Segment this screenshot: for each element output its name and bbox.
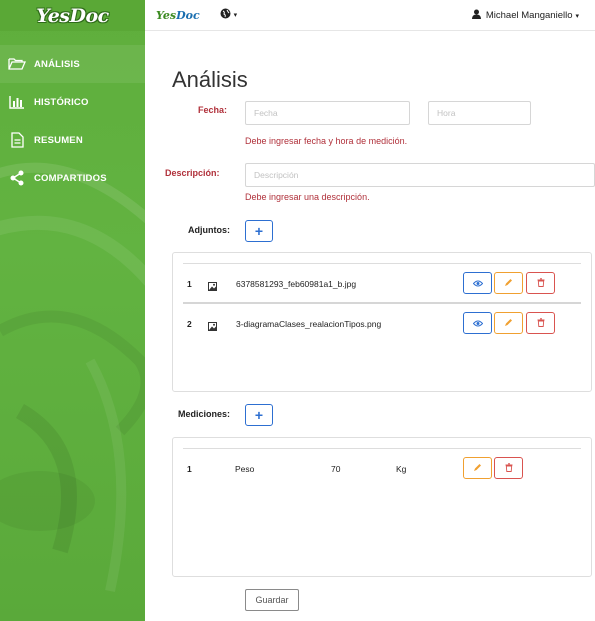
brand-yes-text: Yes — [156, 8, 177, 22]
sidebar-item-analisis[interactable]: ANÁLISIS — [0, 45, 145, 83]
save-button[interactable]: Guardar — [245, 589, 299, 611]
page-title: Análisis — [172, 67, 248, 92]
sidebar-item-compartidos[interactable]: COMPARTIDOS — [0, 159, 145, 197]
time-input[interactable] — [428, 101, 531, 125]
sidebar-item-historico[interactable]: HISTÓRICO — [0, 83, 145, 121]
attachment-filename[interactable]: 6378581293_feb60981a1_b.jpg — [236, 279, 356, 289]
fecha-label: Fecha: — [197, 105, 227, 115]
brand-doc-text: Doc — [176, 8, 200, 22]
measurements-panel: 1 Peso 70 Kg — [172, 437, 592, 577]
edit-measurement-button[interactable] — [463, 457, 492, 479]
pencil-icon — [473, 459, 482, 477]
measurement-name: Peso — [235, 464, 255, 474]
trash-icon — [505, 459, 513, 477]
table-row: 1 Peso 70 Kg — [183, 448, 581, 488]
pencil-icon — [504, 274, 513, 292]
globe-icon — [220, 8, 231, 22]
user-icon — [471, 9, 481, 22]
brand-link[interactable]: YesDoc — [156, 9, 200, 22]
edit-attachment-button[interactable] — [494, 272, 523, 294]
delete-attachment-button[interactable] — [526, 272, 555, 294]
user-name: Michael Manganiello — [485, 10, 573, 21]
attachment-filename[interactable]: 3-diagramaClases_realacionTipos.png — [236, 319, 381, 329]
descripcion-label: Descripción: — [165, 168, 220, 178]
document-icon — [8, 132, 26, 148]
language-dropdown[interactable]: ▾ — [220, 8, 238, 22]
sidebar-item-label: COMPARTIDOS — [34, 172, 107, 184]
share-icon — [8, 170, 26, 186]
table-row: 2 3-diagramaClases_realacionTipos.png — [183, 302, 581, 342]
mediciones-label: Mediciones: — [178, 409, 231, 419]
plus-icon: + — [254, 407, 264, 423]
view-attachment-button[interactable] — [463, 312, 492, 334]
measurement-unit: Kg — [396, 464, 407, 474]
caret-down-icon: ▾ — [575, 12, 579, 20]
sidebar-item-label: HISTÓRICO — [34, 96, 89, 108]
app-logo[interactable]: YesDoc — [36, 5, 109, 27]
edit-attachment-button[interactable] — [494, 312, 523, 334]
row-number: 1 — [187, 279, 192, 289]
sidebar-header: YesDoc — [0, 0, 145, 31]
adjuntos-label: Adjuntos: — [188, 225, 230, 235]
add-measurement-button[interactable]: + — [245, 404, 273, 426]
image-icon — [208, 278, 217, 296]
caret-down-icon: ▾ — [233, 12, 238, 19]
sidebar-item-resumen[interactable]: RESUMEN — [0, 121, 145, 159]
sidebar-item-label: ANÁLISIS — [34, 58, 80, 70]
row-number: 1 — [187, 464, 192, 474]
fecha-error-message: Debe ingresar fecha y hora de medición. — [245, 136, 408, 146]
row-number: 2 — [187, 319, 192, 329]
trash-icon — [537, 274, 545, 292]
bar-chart-icon — [8, 94, 26, 110]
top-navbar: YesDoc ▾ Michael Manganiello ▾ — [145, 0, 595, 31]
measurement-value: 70 — [331, 464, 341, 474]
folder-open-icon — [8, 56, 26, 72]
main-content: Análisis Fecha: Debe ingresar fecha y ho… — [145, 31, 595, 621]
pencil-icon — [504, 314, 513, 332]
eye-icon — [472, 274, 483, 292]
attachments-panel: 1 6378581293_feb60981a1_b.jpg 2 3-diagra… — [172, 252, 592, 392]
sidebar-nav: ANÁLISIS HISTÓRICO RESUMEN COMPARTIDOS — [0, 45, 145, 197]
sidebar: YesDoc ANÁLISIS HISTÓRICO RESUMEN COMPAR… — [0, 0, 145, 621]
sidebar-item-label: RESUMEN — [34, 134, 83, 146]
eye-icon — [472, 314, 483, 332]
date-input[interactable] — [245, 101, 410, 125]
delete-attachment-button[interactable] — [526, 312, 555, 334]
trash-icon — [537, 314, 545, 332]
user-menu[interactable]: Michael Manganiello ▾ — [471, 0, 579, 31]
image-icon — [208, 318, 217, 336]
descripcion-error-message: Debe ingresar una descripción. — [245, 192, 370, 202]
add-attachment-button[interactable]: + — [245, 220, 273, 242]
plus-icon: + — [254, 223, 264, 239]
delete-measurement-button[interactable] — [494, 457, 523, 479]
table-row: 1 6378581293_feb60981a1_b.jpg — [183, 263, 581, 303]
descripcion-input[interactable] — [245, 163, 595, 187]
view-attachment-button[interactable] — [463, 272, 492, 294]
